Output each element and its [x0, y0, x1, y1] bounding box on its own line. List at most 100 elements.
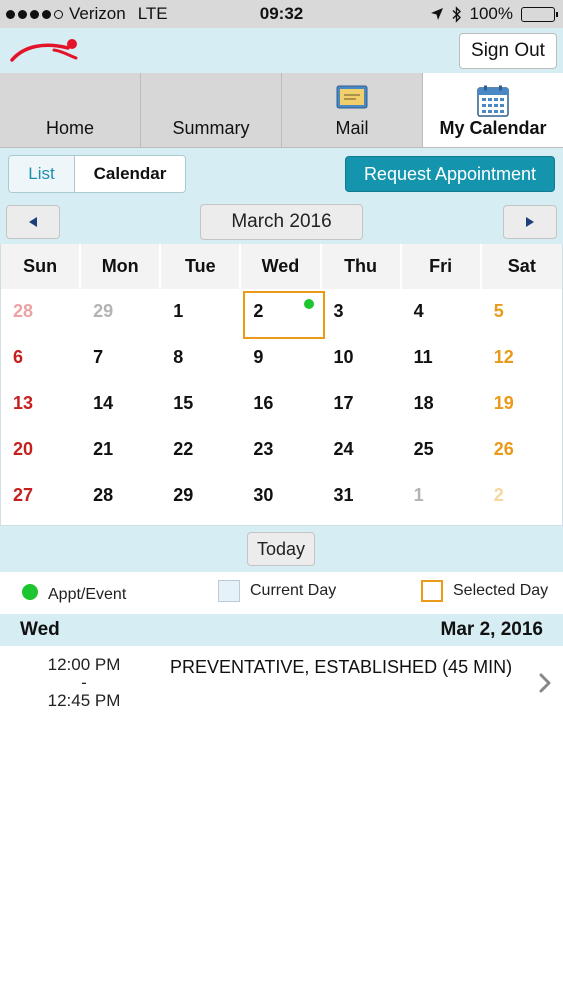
calendar-legend: Appt/Event Current Day Selected Day [0, 572, 563, 614]
calendar-icon [477, 85, 509, 117]
calendar-day[interactable]: 20 [1, 427, 81, 473]
calendar-view-button[interactable]: Calendar [75, 156, 185, 192]
calendar-day[interactable]: 14 [81, 381, 161, 427]
event-dot [303, 299, 314, 309]
battery-percent: 100% [469, 4, 513, 23]
calendar-day[interactable]: 5 [482, 289, 562, 335]
calendar-day[interactable]: 7 [81, 335, 161, 381]
legend-appt-label: Appt/Event [48, 586, 127, 603]
calendar-day[interactable]: 3 [322, 289, 402, 335]
tab-my-calendar-label: My Calendar [439, 118, 547, 138]
calendar-week: 28 29 1 2 3 4 5 [1, 289, 562, 339]
day-number: 19 [493, 393, 514, 413]
tab-home[interactable]: Home [0, 73, 141, 147]
calendar-day[interactable]: 28 [1, 289, 81, 335]
day-number: 18 [413, 393, 434, 413]
appointment-title: PREVENTATIVE, ESTABLISHED (45 MIN) [170, 657, 513, 677]
selected-date: Mar 2, 2016 [440, 619, 543, 640]
chevron-right-icon [539, 673, 551, 693]
legend-current-label: Current Day [250, 582, 337, 599]
calendar-day-selected[interactable]: 2 [241, 289, 326, 339]
calendar-day[interactable]: 29 [81, 289, 161, 335]
calendar-day[interactable]: 17 [322, 381, 402, 427]
day-number: 22 [173, 439, 194, 459]
weekday-header-row: Sun Mon Tue Wed Thu Fri Sat [1, 244, 562, 289]
day-number: 24 [333, 439, 354, 459]
calendar-day[interactable]: 27 [1, 473, 81, 519]
calendar-day[interactable]: 22 [161, 427, 241, 473]
calendar-day[interactable]: 6 [1, 335, 81, 381]
tab-mail[interactable]: Mail [282, 73, 423, 147]
calendar-day[interactable]: 12 [482, 335, 562, 381]
main-tabs: Home Summary Mail My Calendar [0, 73, 563, 148]
calendar-day[interactable]: 15 [161, 381, 241, 427]
day-number: 1 [173, 301, 184, 321]
signal-icon [6, 9, 63, 19]
day-number: 2 [253, 301, 264, 321]
day-number: 23 [253, 439, 274, 459]
calendar-day[interactable]: 2 [482, 473, 562, 519]
day-number: 16 [253, 393, 274, 413]
time-separator: - [81, 673, 87, 692]
month-calendar: Sun Mon Tue Wed Thu Fri Sat 28 29 1 2 3 … [0, 244, 563, 526]
day-number: 17 [333, 393, 354, 413]
day-number: 4 [413, 301, 424, 321]
sign-out-button[interactable]: Sign Out [459, 33, 557, 69]
next-month-button[interactable] [503, 205, 557, 239]
list-view-button[interactable]: List [9, 156, 75, 192]
app-logo [10, 39, 78, 62]
calendar-day[interactable]: 1 [161, 289, 241, 335]
mail-icon [336, 85, 368, 109]
status-bar: Verizon LTE 09:32 100% [0, 0, 563, 28]
calendar-day[interactable]: 28 [81, 473, 161, 519]
battery-icon [521, 6, 558, 22]
request-appointment-button[interactable]: Request Appointment [345, 156, 555, 192]
calendar-week: 13 14 15 16 17 18 19 [1, 381, 562, 427]
day-number: 9 [253, 347, 264, 367]
calendar-day[interactable]: 18 [402, 381, 482, 427]
calendar-day[interactable]: 13 [1, 381, 81, 427]
selected-weekday: Wed [20, 619, 60, 640]
calendar-day[interactable]: 21 [81, 427, 161, 473]
appointment-end: 12:45 PM [47, 691, 121, 710]
tab-my-calendar[interactable]: My Calendar [423, 73, 563, 147]
calendar-day[interactable]: 26 [482, 427, 562, 473]
weekday-label: Thu [321, 244, 402, 289]
appointment-start: 12:00 PM [47, 655, 121, 674]
day-number: 15 [173, 393, 194, 413]
day-number: 14 [93, 393, 114, 413]
day-number: 12 [493, 347, 514, 367]
calendar-toolbar: List Calendar Request Appointment [0, 148, 563, 200]
day-number: 31 [333, 485, 354, 505]
month-label[interactable]: March 2016 [200, 204, 363, 240]
calendar-day[interactable]: 25 [402, 427, 482, 473]
day-number: 27 [13, 485, 34, 505]
calendar-week: 20 21 22 23 24 25 26 [1, 427, 562, 473]
appointment-row[interactable]: 12:00 PM - 12:45 PM PREVENTATIVE, ESTABL… [0, 646, 563, 724]
today-button[interactable]: Today [247, 532, 315, 566]
calendar-day[interactable]: 23 [241, 427, 321, 473]
calendar-day[interactable]: 11 [402, 335, 482, 381]
tab-summary[interactable]: Summary [141, 73, 282, 147]
calendar-day[interactable]: 31 [322, 473, 402, 519]
day-number: 21 [93, 439, 114, 459]
previous-month-button[interactable] [6, 205, 60, 239]
calendar-day[interactable]: 1 [402, 473, 482, 519]
calendar-day[interactable]: 29 [161, 473, 241, 519]
day-number: 10 [333, 347, 354, 367]
calendar-day[interactable]: 4 [402, 289, 482, 335]
day-number: 30 [253, 485, 274, 505]
day-number: 1 [413, 485, 424, 505]
calendar-day[interactable]: 10 [322, 335, 402, 381]
calendar-day[interactable]: 9 [241, 335, 321, 381]
calendar-day[interactable]: 8 [161, 335, 241, 381]
weekday-label: Wed [241, 244, 322, 289]
calendar-day[interactable]: 16 [241, 381, 321, 427]
calendar-day[interactable]: 19 [482, 381, 562, 427]
calendar-day[interactable]: 24 [322, 427, 402, 473]
calendar-day[interactable]: 30 [241, 473, 321, 519]
day-number: 25 [413, 439, 434, 459]
network-type: LTE [137, 4, 168, 23]
day-number: 13 [13, 393, 34, 413]
day-number: 28 [93, 485, 114, 505]
